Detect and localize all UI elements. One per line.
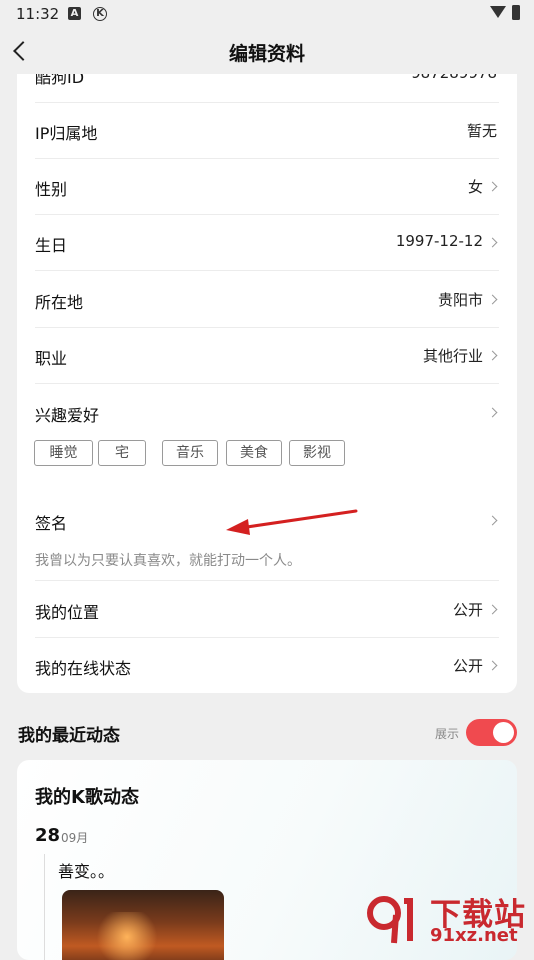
show-toggle-label: 展示	[435, 727, 460, 741]
activity-text: 善变。。	[58, 862, 115, 881]
activity-month: 09月	[61, 831, 89, 845]
watermark-logo-icon	[367, 896, 413, 944]
timeline-line	[44, 854, 45, 960]
k-card-title: 我的K歌动态	[35, 787, 139, 808]
activity-day: 28	[35, 825, 61, 846]
recent-activity-title: 我的最近动态	[18, 726, 120, 746]
watermark-url: 91xz.net	[430, 925, 518, 946]
toggle-knob	[493, 722, 514, 743]
watermark: 下载站 91xz.net	[364, 885, 534, 950]
show-activity-toggle[interactable]	[466, 719, 517, 746]
